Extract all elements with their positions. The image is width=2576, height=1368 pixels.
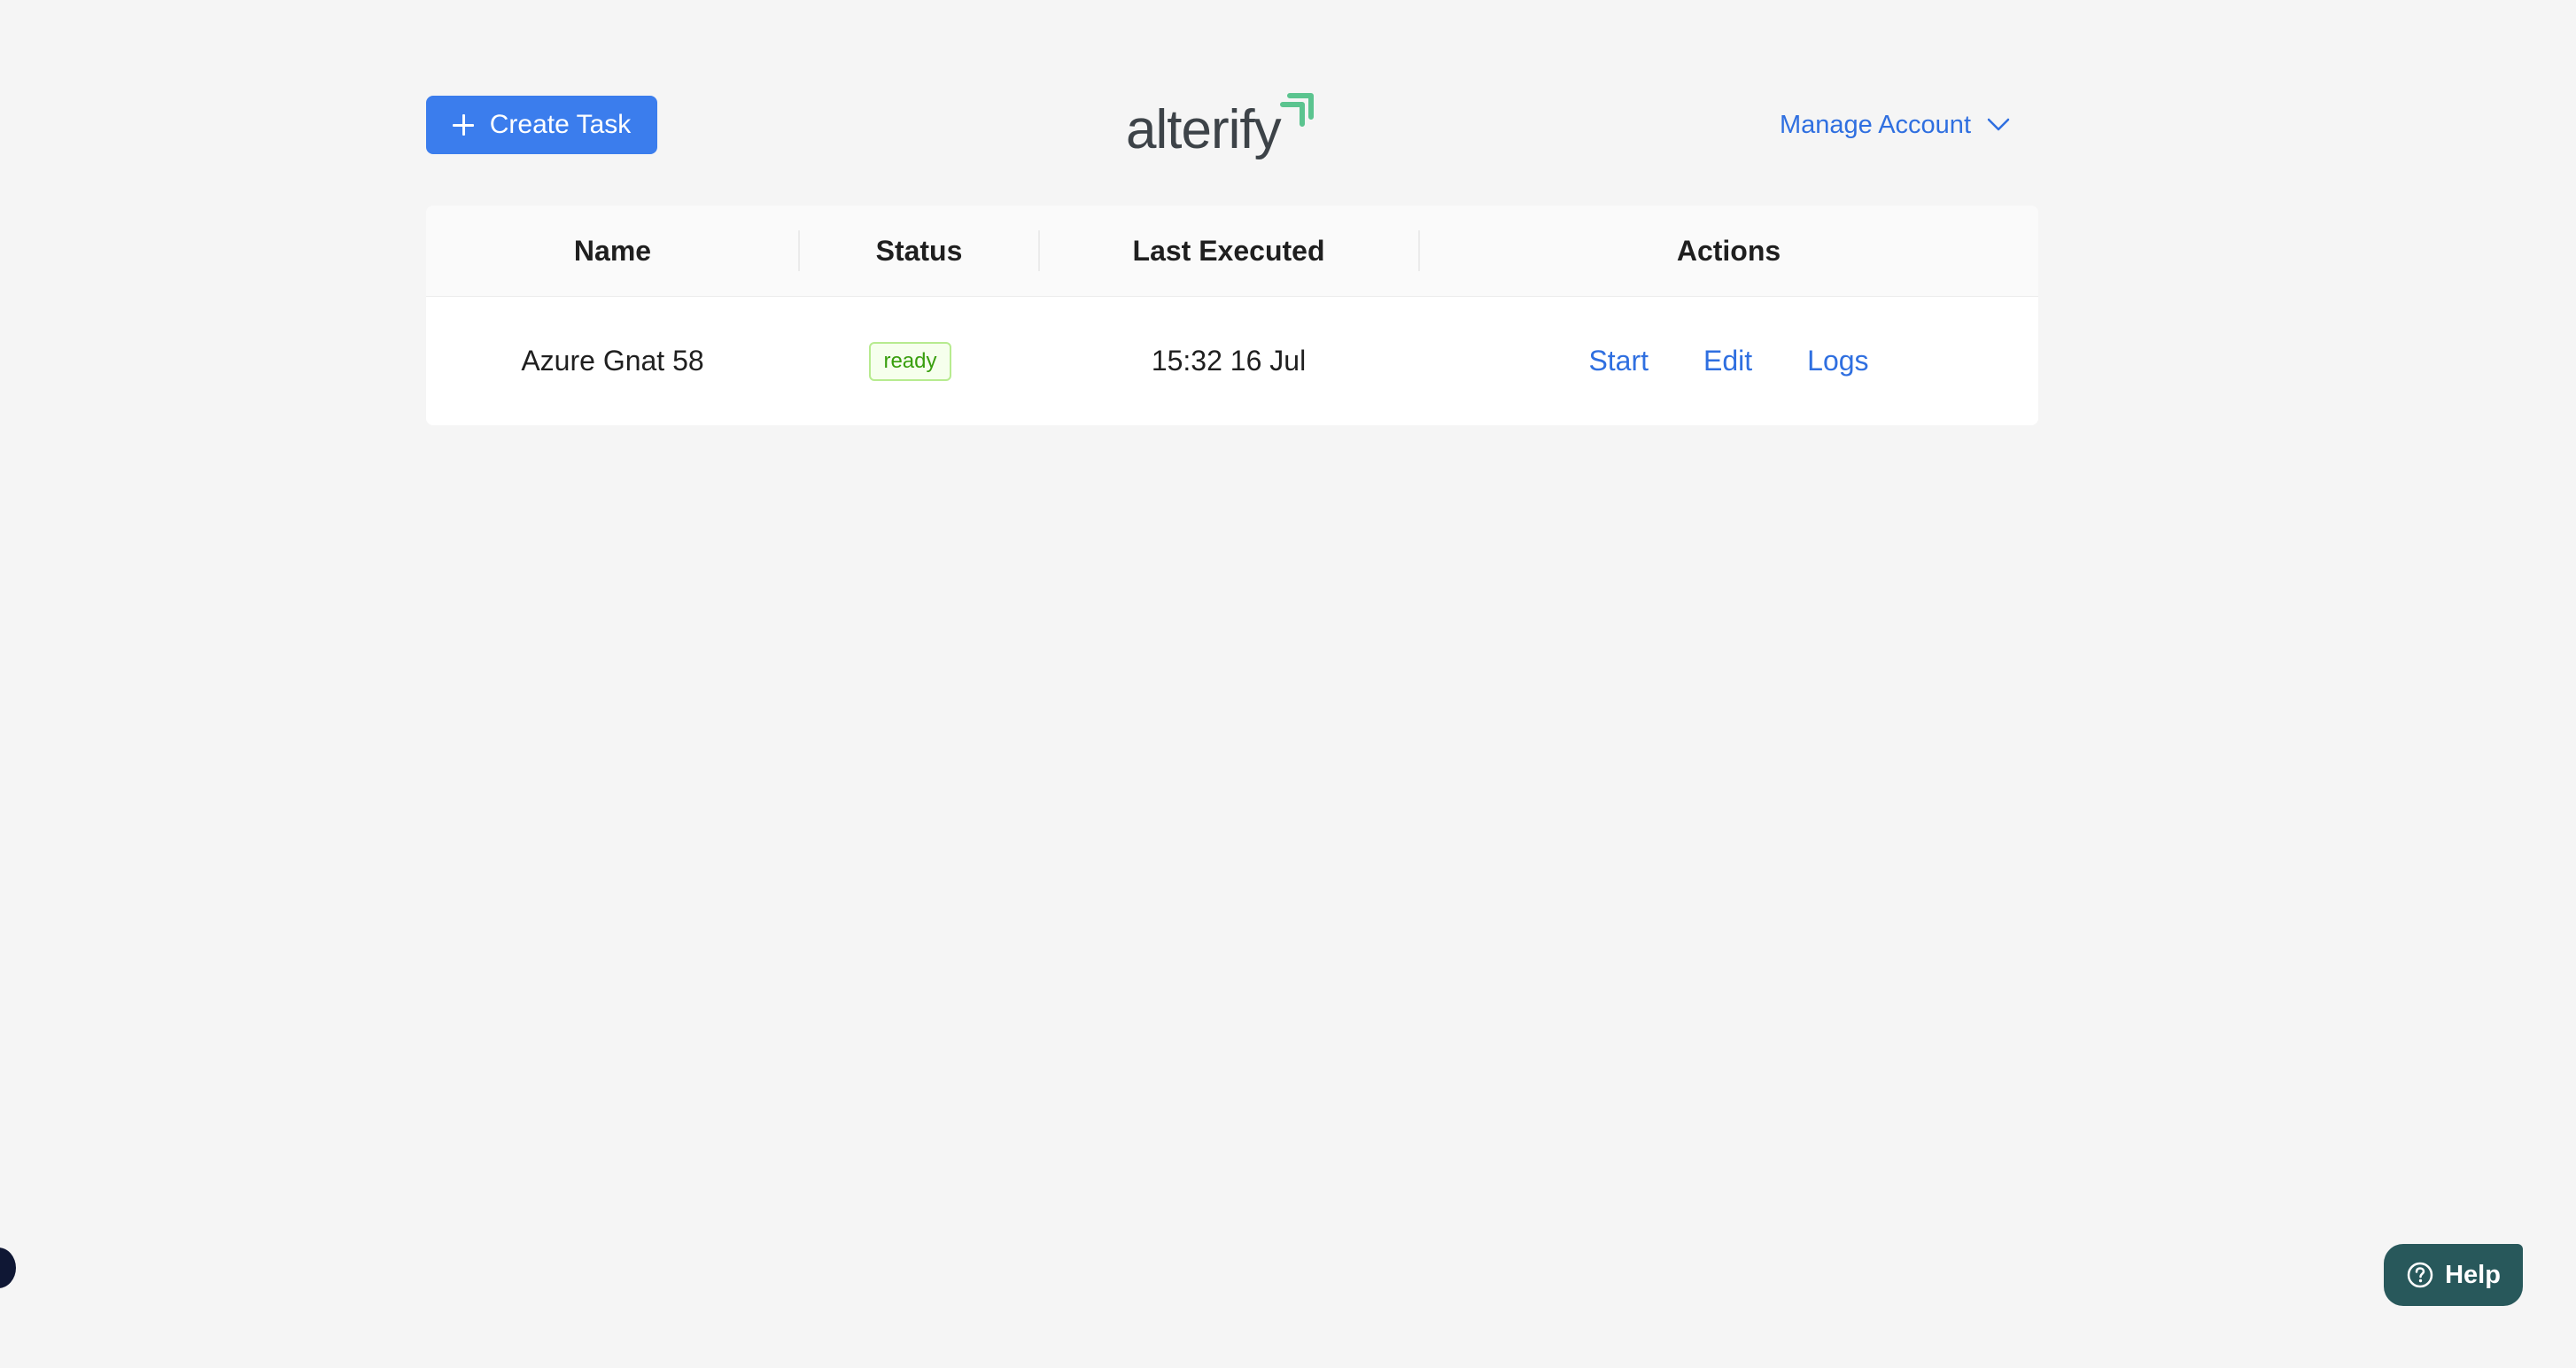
manage-account-dropdown[interactable]: Manage Account (1780, 96, 2010, 154)
tasks-table: Name Status Last Executed Actions Azure … (426, 206, 2038, 425)
start-button[interactable]: Start (1588, 345, 1649, 377)
last-executed: 15:32 16 Jul (1151, 345, 1307, 377)
edit-button[interactable]: Edit (1703, 345, 1752, 377)
create-task-label: Create Task (489, 110, 632, 139)
question-circle-icon (2407, 1262, 2433, 1288)
status-cell: ready (790, 297, 1030, 425)
status-badge: ready (869, 341, 951, 381)
help-button[interactable]: Help (2384, 1244, 2523, 1306)
help-label: Help (2445, 1260, 2501, 1289)
table-header: Name Status Last Executed Actions (426, 206, 2038, 297)
chevron-down-icon (1987, 118, 2010, 131)
plus-icon (452, 114, 474, 136)
side-widget-handle[interactable] (0, 1248, 16, 1288)
manage-account-label: Manage Account (1779, 110, 1971, 139)
table-row: Azure Gnat 58 ready 15:32 16 Jul Start E… (426, 297, 2038, 425)
logo-text: alterify (1126, 99, 1282, 160)
column-header-status[interactable]: Status (799, 206, 1039, 297)
logs-button[interactable]: Logs (1807, 345, 1868, 377)
column-header-name[interactable]: Name (426, 206, 799, 297)
column-header-last-executed[interactable]: Last Executed (1039, 206, 1418, 297)
create-task-button[interactable]: Create Task (426, 96, 657, 154)
row-actions: Start Edit Logs (1419, 297, 2038, 425)
task-name: Azure Gnat 58 (521, 345, 704, 377)
arrow-up-right-icon (1279, 93, 1314, 127)
alterify-logo: alterify (1126, 93, 1315, 160)
column-header-actions: Actions (1676, 235, 1781, 267)
header: Create Task alterify Manage Account (426, 93, 2038, 158)
